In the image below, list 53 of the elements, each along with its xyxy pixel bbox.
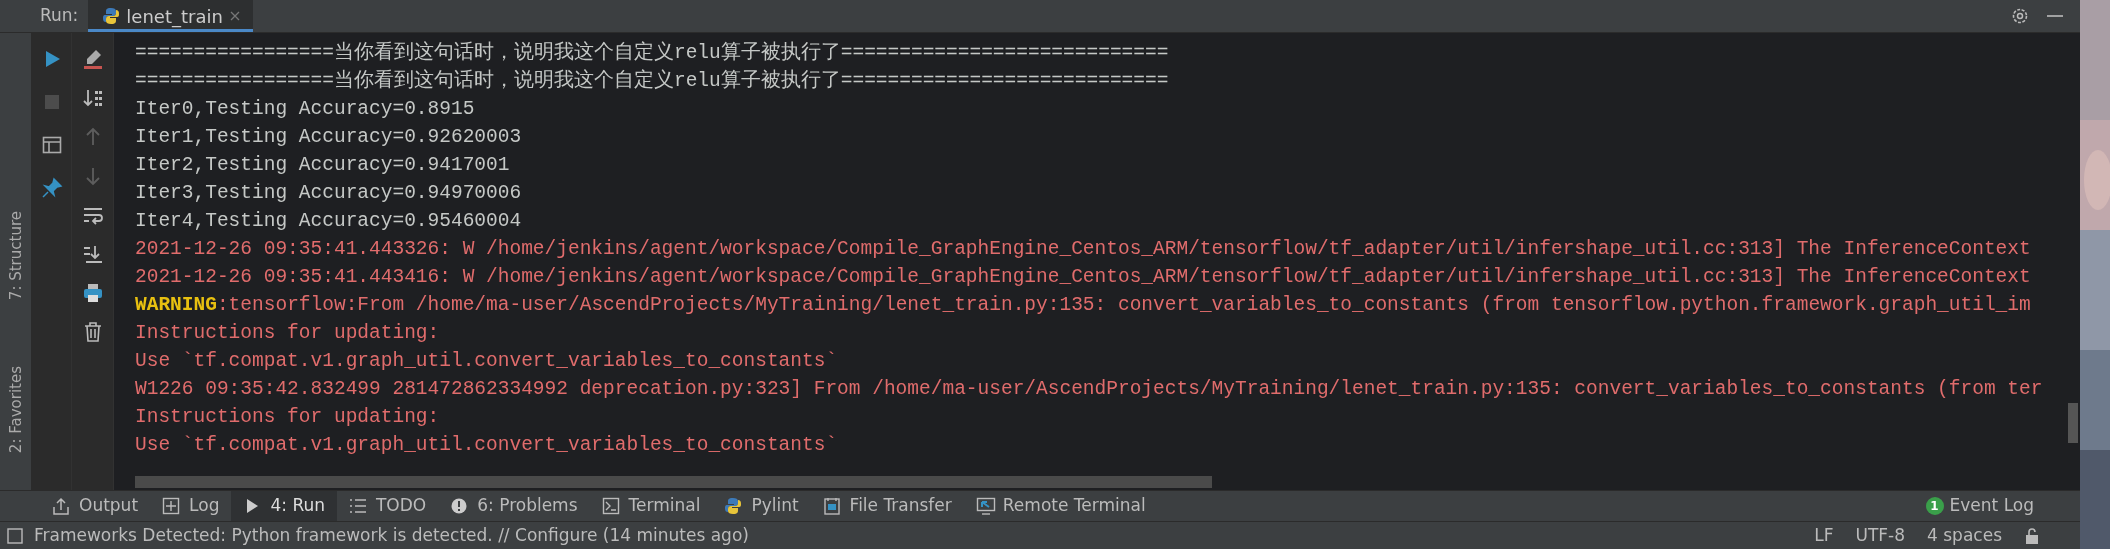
- close-icon[interactable]: [228, 10, 241, 22]
- console-line: Instructions for updating:: [135, 405, 440, 430]
- console-line: =================当你看到这句话时，说明我这个自定义relu算子被执行了============================: [135, 40, 1169, 66]
- tool-window-tab[interactable]: Pylint: [712, 490, 811, 522]
- lock-icon[interactable]: [2024, 526, 2040, 545]
- status-item[interactable]: UTF-8: [1855, 522, 1906, 549]
- upload-icon: [52, 497, 72, 515]
- layout-icon[interactable]: [40, 134, 63, 156]
- console-line: Iter1,Testing Accuracy=0.92620003: [135, 125, 522, 150]
- status-message[interactable]: Frameworks Detected: Python framework is detected. // Configure (14 minutes ago): [34, 522, 749, 549]
- run-label: Run:: [39, 4, 80, 28]
- list-icon: [349, 497, 369, 515]
- event-log-button[interactable]: 1 Event Log: [1919, 492, 2040, 520]
- count-badge: 1: [1925, 497, 1944, 515]
- sort-icon[interactable]: [81, 87, 104, 109]
- console-line: 2021-12-26 09:35:41.443416: W /home/jenkins/agent/workspace/Compile_GraphEngine_Centos_ARM/tensorflow/tf_adapter/util/infershape_util.cc:313] The InferenceContext: [135, 265, 2031, 290]
- tool-window-tab[interactable]: Log: [150, 490, 232, 522]
- side-tab[interactable]: 7: Structure: [0, 203, 32, 309]
- scrollbar-thumb[interactable]: [135, 476, 1212, 488]
- console-line: Iter4,Testing Accuracy=0.95460004: [135, 209, 522, 234]
- settings-icon[interactable]: [2010, 6, 2030, 26]
- event-log-label: Event Log: [1949, 494, 2034, 518]
- tool-window-tab[interactable]: File Transfer: [810, 490, 964, 522]
- clear-icon[interactable]: [81, 48, 104, 70]
- tool-window-tab[interactable]: 4: Run: [231, 490, 337, 522]
- square-icon[interactable]: [6, 526, 24, 545]
- scrollbar-thumb[interactable]: [2068, 403, 2078, 443]
- console-line: Use `tf.compat.v1.graph_util.convert_variables_to_constants`: [135, 349, 838, 374]
- status-item[interactable]: 4 spaces: [1927, 522, 2002, 549]
- console-line: Use `tf.compat.v1.graph_util.convert_variables_to_constants`: [135, 433, 838, 458]
- console-line: =================当你看到这句话时，说明我这个自定义relu算子被执行了============================: [135, 68, 1169, 94]
- run-tab[interactable]: lenet_train: [88, 0, 253, 32]
- scroll-to-end-icon[interactable]: [81, 243, 104, 265]
- terminal-icon: [601, 497, 622, 515]
- tool-window-tab[interactable]: TODO: [337, 490, 439, 522]
- tool-window-tab[interactable]: 6: Problems: [438, 490, 590, 522]
- print-icon[interactable]: [81, 282, 104, 304]
- console-line: Iter0,Testing Accuracy=0.8915: [135, 97, 475, 122]
- pin-icon[interactable]: [40, 177, 63, 199]
- console-line: WARNING:tensorflow:From /home/ma-user/AscendProjects/MyTraining/lenet_train.py:135: convert_variables_to_constants (from tensorflow.python.framework.graph_util_im: [135, 293, 2031, 318]
- monitor-icon: [975, 497, 996, 515]
- console-line: Iter3,Testing Accuracy=0.94970006: [135, 181, 522, 206]
- tool-window-tab[interactable]: Remote Terminal: [963, 490, 1158, 522]
- side-tab[interactable]: 2: Favorites: [0, 358, 32, 462]
- python-icon: [102, 7, 121, 25]
- file-transfer-icon: [822, 497, 843, 515]
- tool-window-tab[interactable]: Terminal: [589, 490, 713, 522]
- tool-window-tab[interactable]: Output: [40, 490, 151, 522]
- console-line: 2021-12-26 09:35:41.443326: W /home/jenkins/agent/workspace/Compile_GraphEngine_Centos_ARM/tensorflow/tf_adapter/util/infershape_util.cc:313] The InferenceContext: [135, 237, 2031, 262]
- console-line: Iter2,Testing Accuracy=0.9417001: [135, 153, 510, 178]
- console-line: W1226 09:35:42.832499 281472862334992 deprecation.py:323] From /home/ma-user/AscendProjects/MyTraining/lenet_train.py:135: convert_variables_to_constants (from ter: [135, 377, 2043, 402]
- console-line: Instructions for updating:: [135, 321, 440, 346]
- status-item[interactable]: LF: [1814, 522, 1834, 549]
